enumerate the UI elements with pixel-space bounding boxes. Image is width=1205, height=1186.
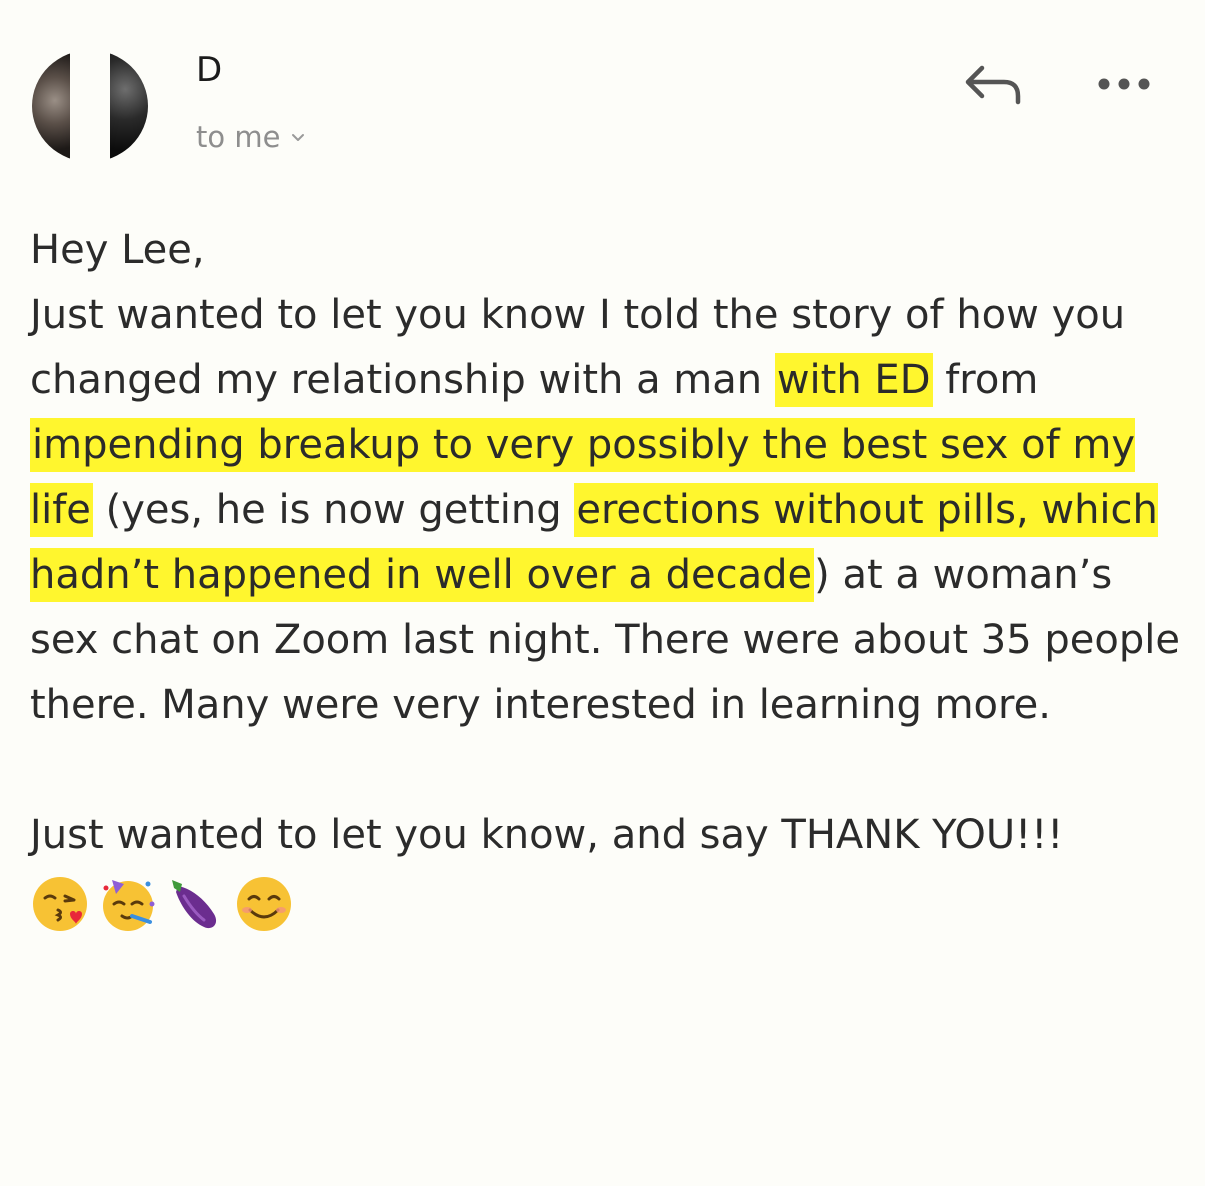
greeting: Hey Lee, xyxy=(30,227,205,273)
body-text-segment: from xyxy=(932,357,1039,403)
more-options-button[interactable] xyxy=(1090,58,1158,110)
chevron-down-icon xyxy=(292,134,305,141)
avatar-photo-right xyxy=(110,50,148,162)
body-paragraph-2: Just wanted to let you know, and say THA… xyxy=(30,812,1064,858)
kissing-heart-emoji xyxy=(33,877,87,931)
body-text-segment: (yes, he is now getting xyxy=(92,487,575,533)
more-horizontal-icon xyxy=(1098,78,1150,90)
sender-name[interactable]: D xyxy=(196,50,222,90)
reply-icon xyxy=(965,65,1021,105)
avatar-photo-left xyxy=(32,50,70,162)
email-view: D to me Hey Lee, Just wanted to let you … xyxy=(0,0,1205,1186)
reply-button[interactable] xyxy=(960,58,1028,110)
partying-face-emoji xyxy=(103,880,155,931)
smiling-face-emoji xyxy=(237,877,291,931)
eggplant-emoji xyxy=(172,880,217,929)
highlighted-text: with ED xyxy=(774,353,933,407)
emoji-row xyxy=(30,872,1180,936)
body-paragraph-1: Just wanted to let you know I told the s… xyxy=(30,283,1180,738)
email-body: Hey Lee, Just wanted to let you know I t… xyxy=(30,218,1180,936)
recipient-details-toggle[interactable]: to me xyxy=(196,118,306,156)
recipient-label: to me xyxy=(196,120,281,154)
sender-avatar[interactable] xyxy=(32,50,148,162)
